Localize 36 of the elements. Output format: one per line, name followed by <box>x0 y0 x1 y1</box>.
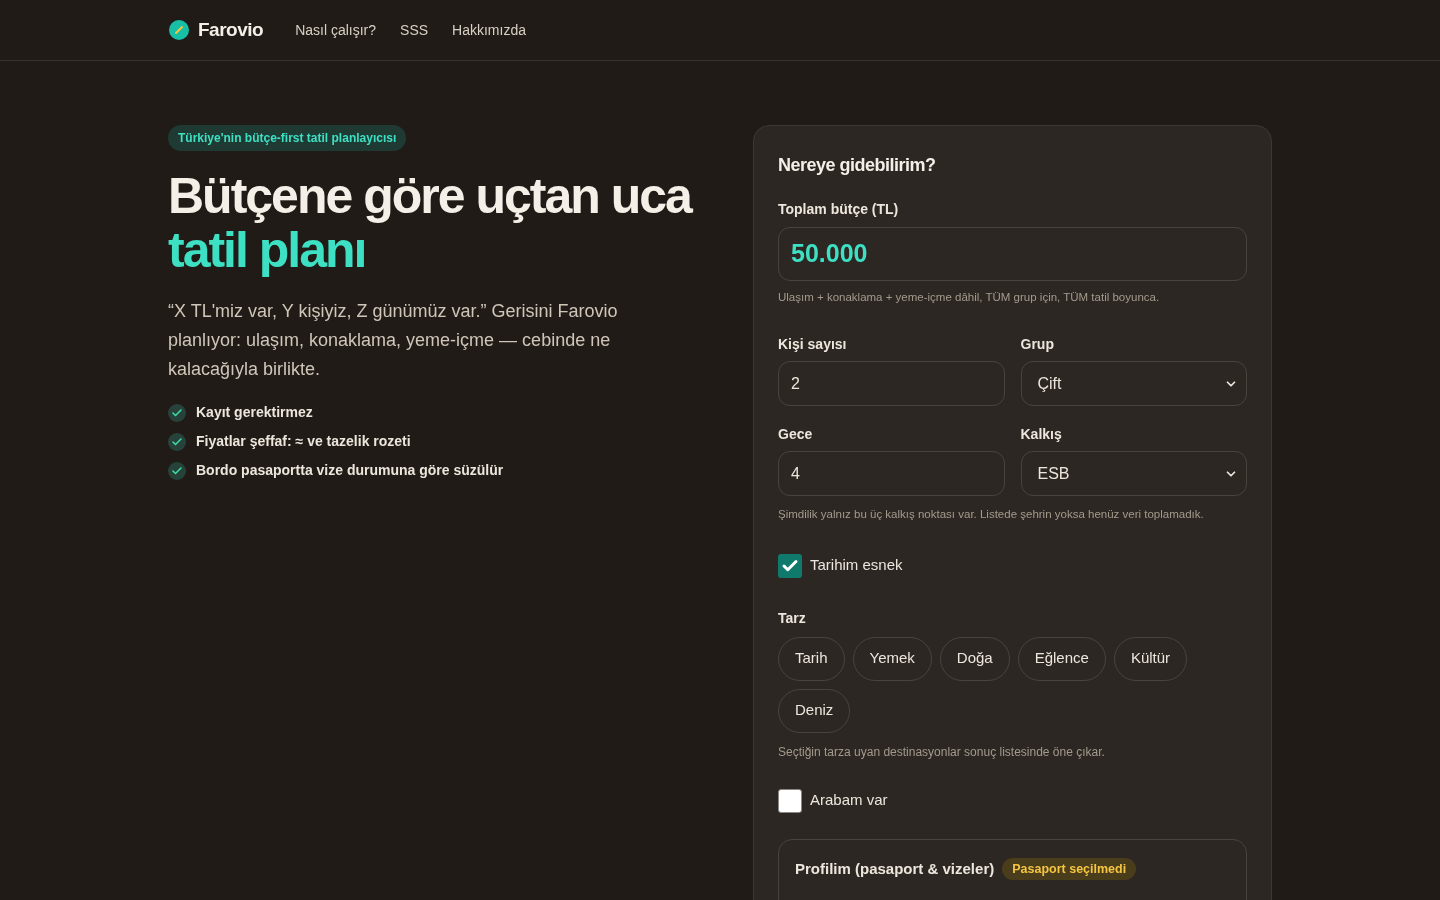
check-icon <box>168 432 186 451</box>
checkbox[interactable] <box>778 553 802 578</box>
feature-text: Fiyatlar şeffaf: ≈ ve tazelik rozeti <box>196 432 411 451</box>
checkbox-label: Arabam var <box>810 790 888 811</box>
brand-name[interactable]: Farovio <box>198 15 264 45</box>
budget-field[interactable]: 50.000 <box>778 227 1247 281</box>
check-icon <box>168 461 186 480</box>
field-label: Toplam bütçe (TL) <box>778 200 900 219</box>
nav-link[interactable]: Hakkımızda <box>452 19 526 41</box>
profile-title: Profilim (pasaport & vizeler) <box>795 858 995 879</box>
hint-text: Ulaşım + konaklama + yeme-içme dâhil, TÜM grup için, TÜM tatil boyunca. <box>778 290 1161 305</box>
check-icon <box>168 403 186 422</box>
feature-text: Kayıt gerektirmez <box>196 403 313 422</box>
form-title: Nereye gidebilirim? <box>778 154 937 177</box>
dropdown[interactable]: ESB <box>1020 451 1247 497</box>
input-field[interactable]: 4 <box>778 451 1005 497</box>
checkbox[interactable] <box>778 788 802 813</box>
tagline-badge: Türkiye'nin bütçe-first tatil planlayıcısı <box>168 125 407 151</box>
headline-accent: tatil planı <box>168 223 366 277</box>
input-field[interactable]: 2 <box>778 361 1005 407</box>
field-label: Kalkış <box>1020 425 1063 445</box>
lead-paragraph: “X TL'miz var, Y kişiyiz, Z günümüz var.” Gerisini Farovio planlıyor: ulaşım, konaklama, yeme-içme — cebinde ne kalacağıyla birlikte. <box>168 300 619 381</box>
field-label: Tarz <box>778 608 807 628</box>
headline: Bütçene göre uçtan uca <box>168 169 693 223</box>
hint-text: Seçtiğin tarza uyan destinasyonlar sonuç listesinde öne çıkar. <box>778 743 1106 761</box>
checkbox-label: Tarihim esnek <box>810 555 903 576</box>
feature-text: Bordo pasaportta vize durumuna göre süzülür <box>196 461 504 480</box>
field-label: Gece <box>778 425 814 445</box>
nav-link[interactable]: Nasıl çalışır? <box>295 19 377 41</box>
field-label: Grup <box>1020 335 1055 355</box>
field-label: Kişi sayısı <box>778 335 848 355</box>
hint-text: Şimdilik yalnız bu üç kalkış noktası var. Listede şehrin yoksa henüz veri toplamadık. <box>778 507 1205 523</box>
dropdown[interactable]: Çift <box>1020 361 1247 407</box>
nav-link[interactable]: SSS <box>400 19 429 41</box>
compass-logo-icon <box>168 19 190 41</box>
status-badge: Pasaport seçilmedi <box>1002 857 1137 881</box>
